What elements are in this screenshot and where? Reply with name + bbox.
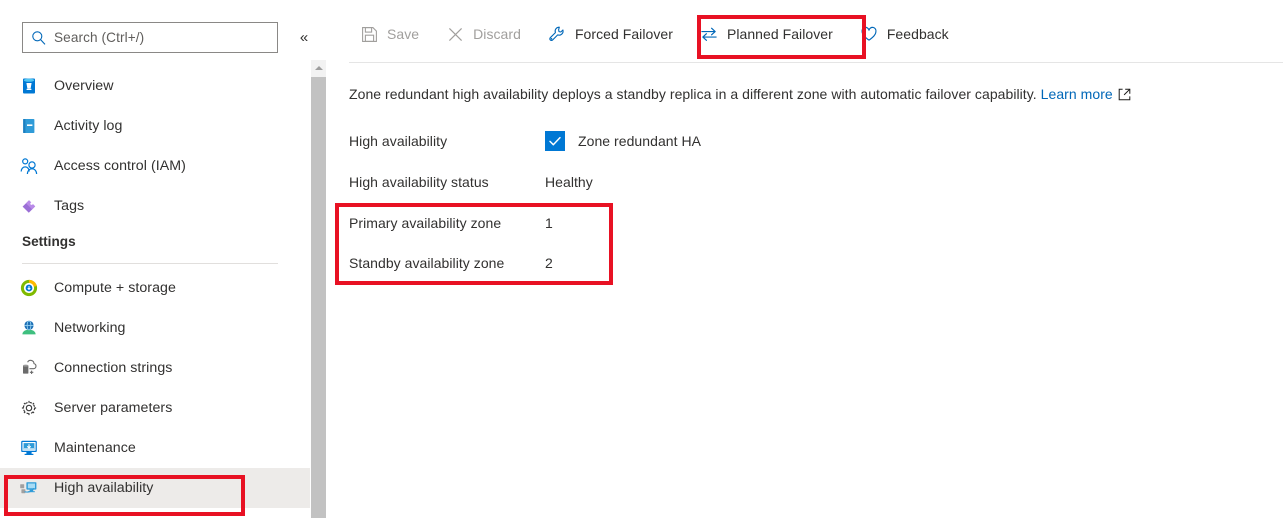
access-control-icon [18,156,40,176]
sidebar-item-high-availability[interactable]: High availability [0,468,310,508]
sidebar-item-compute-storage[interactable]: Compute + storage [0,268,310,308]
tag-icon [18,196,40,216]
activity-log-icon [18,116,40,136]
sidebar-item-label: Activity log [54,118,123,134]
sidebar-item-networking[interactable]: Networking [0,308,310,348]
search-input[interactable]: Search (Ctrl+/) [22,22,278,53]
sidebar-item-label: High availability [54,480,154,496]
sidebar-item-overview[interactable]: Overview [0,66,310,106]
sidebar-item-connection-strings[interactable]: Connection strings [0,348,310,388]
forced-failover-button[interactable]: Forced Failover [537,14,684,54]
sidebar-item-label: Access control (IAM) [54,158,186,174]
field-value: 2 [545,255,553,271]
sidebar-item-label: Tags [54,198,85,214]
planned-failover-button[interactable]: Planned Failover [689,14,844,54]
command-bar: Save Discard Forced Failover Planned Fai… [327,10,965,58]
sidebar-item-label: Server parameters [54,400,173,416]
compute-storage-icon [18,278,40,298]
collapse-pane-button[interactable]: « [293,27,315,49]
networking-icon [18,318,40,338]
swap-arrows-icon [700,25,718,43]
discard-button[interactable]: Discard [435,14,532,54]
main-content-pane: Save Discard Forced Failover Planned Fai… [327,0,1283,518]
zone-redundant-ha-label: Zone redundant HA [578,133,702,149]
sidebar-scrollbar[interactable] [311,60,326,518]
sidebar-item-label: Maintenance [54,440,136,456]
field-label: High availability [349,133,448,149]
field-row-high-availability-status: High availability status Healthy [349,170,593,194]
maintenance-icon [18,438,40,458]
sidebar-group-label: Settings [22,234,76,249]
sidebar-item-label: Connection strings [54,360,173,376]
save-icon [360,25,378,43]
sidebar-group-settings: Settings [0,226,310,268]
save-label: Save [387,26,420,42]
sidebar-item-access-control[interactable]: Access control (IAM) [0,146,310,186]
close-icon [446,25,464,43]
field-label: High availability status [349,174,489,190]
learn-more-link[interactable]: Learn more [1041,86,1113,102]
sidebar-item-server-parameters[interactable]: Server parameters [0,388,310,428]
heart-icon [860,25,878,43]
high-availability-icon [18,478,40,498]
planned-failover-label: Planned Failover [726,26,833,42]
field-row-primary-availability-zone: Primary availability zone 1 [349,211,553,235]
sidebar-item-label: Networking [54,320,126,336]
connection-strings-icon [18,358,40,378]
save-button[interactable]: Save [349,14,430,54]
field-row-standby-availability-zone: Standby availability zone 2 [349,251,553,275]
sidebar-item-tags[interactable]: Tags [0,186,310,226]
gear-icon [18,398,40,418]
azure-portal-high-availability-page: Search (Ctrl+/) « Overview Activity log … [0,0,1283,518]
command-bar-divider [349,62,1283,63]
forced-failover-label: Forced Failover [574,26,673,42]
search-placeholder: Search (Ctrl+/) [54,30,145,45]
sidebar-item-maintenance[interactable]: Maintenance [0,428,310,468]
description-body: Zone redundant high availability deploys… [349,86,1037,102]
search-icon [31,30,47,46]
left-navigation-pane: Search (Ctrl+/) « Overview Activity log … [0,0,326,518]
sidebar-item-label: Compute + storage [54,280,176,296]
wrench-icon [548,25,566,43]
scrollbar-thumb[interactable] [311,77,326,518]
sidebar-item-activity-log[interactable]: Activity log [0,106,310,146]
nav-list: Overview Activity log Access control (IA… [0,66,310,508]
field-row-high-availability: High availability Zone redundant HA [349,129,701,153]
external-link-icon [1118,88,1131,101]
sidebar-item-label: Overview [54,78,114,94]
database-icon [18,76,40,96]
field-label: Standby availability zone [349,255,505,271]
feedback-label: Feedback [886,26,949,42]
zone-redundant-ha-checkbox[interactable] [545,131,565,151]
status-badge: Healthy [545,174,593,190]
discard-label: Discard [473,26,521,42]
field-label: Primary availability zone [349,215,502,231]
sidebar-group-divider [22,263,278,264]
search-row: Search (Ctrl+/) « [0,22,310,54]
scroll-up-arrow-icon[interactable] [311,60,326,75]
field-value: Zone redundant HA [545,131,701,151]
field-value: 1 [545,215,553,231]
description-text: Zone redundant high availability deploys… [349,86,1131,102]
feedback-button[interactable]: Feedback [849,14,960,54]
